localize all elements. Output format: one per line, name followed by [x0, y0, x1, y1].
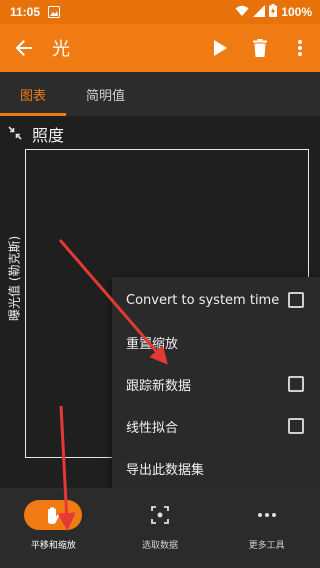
menu-item-reset-zoom[interactable]: 重置缩放 — [112, 321, 320, 363]
overflow-menu-button[interactable] — [280, 24, 320, 72]
signal-icon — [253, 4, 266, 20]
tab-bar: 图表 简明值 — [0, 72, 320, 116]
back-button[interactable] — [0, 24, 48, 72]
select-icon — [151, 506, 169, 524]
nav-label: 选取数据 — [142, 541, 179, 551]
menu-item-label: 跟踪新数据 — [126, 378, 192, 394]
play-button[interactable] — [200, 24, 240, 72]
menu-item-convert-system-time[interactable]: Convert to system time — [112, 279, 320, 321]
bottom-toolbar: 平移和缩放 选取数据 更多工具 — [0, 488, 320, 568]
y-axis-label: 曝光值 (勒克斯) — [7, 235, 22, 321]
popup-menu: Convert to system time 重置缩放 跟踪新数据 线性拟合 导… — [112, 277, 320, 489]
nav-pan-zoom[interactable]: 平移和缩放 — [0, 488, 107, 568]
status-time: 11:05 — [10, 5, 41, 19]
tab-graph[interactable]: 图表 — [0, 72, 67, 116]
more-horiz-icon — [257, 513, 276, 517]
menu-item-linear-fit[interactable]: 线性拟合 — [112, 405, 320, 447]
menu-item-track-new-data[interactable]: 跟踪新数据 — [112, 363, 320, 405]
tab-simple-values[interactable]: 简明值 — [66, 72, 145, 116]
nav-label: 更多工具 — [248, 541, 285, 551]
hand-icon — [48, 507, 60, 524]
menu-item-label: 导出此数据集 — [126, 462, 205, 478]
collapse-icon[interactable] — [8, 125, 22, 144]
battery-icon — [269, 4, 278, 20]
chart-title: 照度 — [32, 126, 65, 145]
arrow-back-icon — [15, 40, 32, 56]
image-notification-icon — [48, 6, 61, 18]
trash-icon — [253, 39, 267, 57]
nav-select-data[interactable]: 选取数据 — [107, 488, 214, 568]
delete-button[interactable] — [240, 24, 280, 72]
track-new-data-checkbox[interactable] — [288, 376, 304, 392]
more-vert-icon — [298, 40, 302, 56]
linear-fit-checkbox[interactable] — [288, 418, 304, 434]
menu-item-label: 线性拟合 — [126, 420, 179, 436]
convert-time-checkbox[interactable] — [288, 292, 304, 308]
menu-item-label: Convert to system time — [126, 292, 280, 308]
status-bar: 11:05 100% — [0, 0, 320, 24]
nav-label: 平移和缩放 — [30, 541, 76, 551]
wifi-icon — [235, 5, 249, 20]
nav-more-tools[interactable]: 更多工具 — [213, 488, 320, 568]
app-bar: 光 — [0, 24, 320, 72]
play-icon — [214, 40, 227, 56]
menu-item-label: 重置缩放 — [126, 336, 179, 352]
page-title: 光 — [52, 39, 70, 60]
menu-item-export-dataset[interactable]: 导出此数据集 — [112, 447, 320, 489]
battery-percent: 100% — [281, 5, 312, 19]
